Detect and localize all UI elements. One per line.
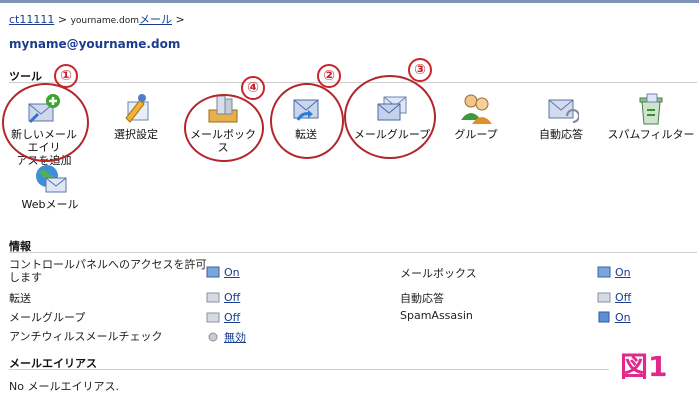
info-state-mailbox: On (597, 266, 631, 279)
breadcrumb-domain: yourname.dom (70, 16, 140, 26)
info-state-autoreply: Off (597, 291, 631, 304)
breadcrumb-separator-2: > (175, 13, 185, 26)
tool-autoreply-label: 自動応答 (539, 128, 583, 141)
info-label-autoreply: 自動応答 (400, 292, 444, 305)
control-panel-toggle-link[interactable]: On (224, 266, 240, 279)
alias-divider (9, 369, 609, 370)
tools-divider (9, 82, 697, 83)
mailgroup-small-icon (206, 311, 220, 323)
breadcrumb: ct11111 > yourname.domメール > (9, 11, 185, 27)
spamassassin-toggle-link[interactable]: On (615, 311, 631, 324)
annotation-circle-2 (270, 83, 344, 159)
forward-toggle-link[interactable]: Off (224, 291, 240, 304)
autoreply-toggle-link[interactable]: Off (615, 291, 631, 304)
tool-group[interactable]: グループ (448, 92, 504, 141)
tool-preferences[interactable]: 選択設定 (106, 92, 166, 141)
antivirus-icon (206, 331, 220, 343)
tool-spamfilter[interactable]: スパムフィルター (606, 92, 696, 141)
breadcrumb-account-link[interactable]: ct11111 (9, 13, 54, 26)
top-bar (0, 0, 699, 3)
spamfilter-icon (633, 92, 669, 126)
tool-spamfilter-label: スパムフィルター (607, 128, 695, 141)
webmail-icon (32, 162, 68, 196)
info-label-mailbox: メールボックス (400, 267, 477, 280)
forward-small-icon (206, 291, 220, 303)
breadcrumb-mail-link[interactable]: メール (139, 13, 172, 26)
info-label-mailgroup: メールグループ (9, 311, 86, 324)
annotation-number-3: ③ (408, 58, 432, 82)
annotation-circle-3 (344, 75, 436, 159)
annotation-number-4: ④ (241, 76, 265, 100)
control-panel-icon (206, 266, 220, 278)
spamassassin-icon (597, 311, 611, 323)
mailgroup-toggle-link[interactable]: Off (224, 311, 240, 324)
info-state-forward: Off (206, 291, 240, 304)
figure-label: 図1 (620, 350, 668, 383)
antivirus-toggle-link[interactable]: 無効 (224, 331, 246, 344)
info-label-antivirus: アンチウィルスメールチェック (9, 330, 163, 343)
info-state-spamassassin: On (597, 311, 631, 324)
annotation-circle-4 (184, 94, 264, 162)
users-icon (458, 92, 494, 126)
mailbox-small-icon (597, 266, 611, 278)
autoreply-small-icon (597, 291, 611, 303)
preferences-icon (118, 92, 154, 126)
info-state-control-panel: On (206, 266, 240, 279)
info-label-forward: 転送 (9, 292, 31, 305)
tool-autoreply[interactable]: 自動応答 (530, 92, 592, 141)
tool-webmail-label: Webメール (21, 198, 79, 211)
annotation-number-1: ① (54, 64, 78, 88)
breadcrumb-separator: > (57, 13, 68, 26)
info-label-control-panel: コントロールパネルへのアクセスを許可します (9, 258, 207, 284)
info-state-antivirus: 無効 (206, 329, 246, 345)
tool-group-label: グループ (454, 128, 498, 141)
annotation-circle-1 (2, 83, 89, 162)
tool-preferences-label: 選択設定 (114, 128, 158, 141)
info-state-mailgroup: Off (206, 311, 240, 324)
autoreply-icon (543, 92, 580, 126)
tool-webmail[interactable]: Webメール (20, 162, 80, 211)
alias-empty-text: No メールエイリアス. (9, 380, 119, 393)
info-divider (9, 252, 697, 253)
annotation-number-2: ② (317, 64, 341, 88)
account-title: myname@yourname.dom (9, 37, 181, 51)
info-label-spamassassin: SpamAssasin (400, 309, 473, 322)
mailbox-toggle-link[interactable]: On (615, 266, 631, 279)
